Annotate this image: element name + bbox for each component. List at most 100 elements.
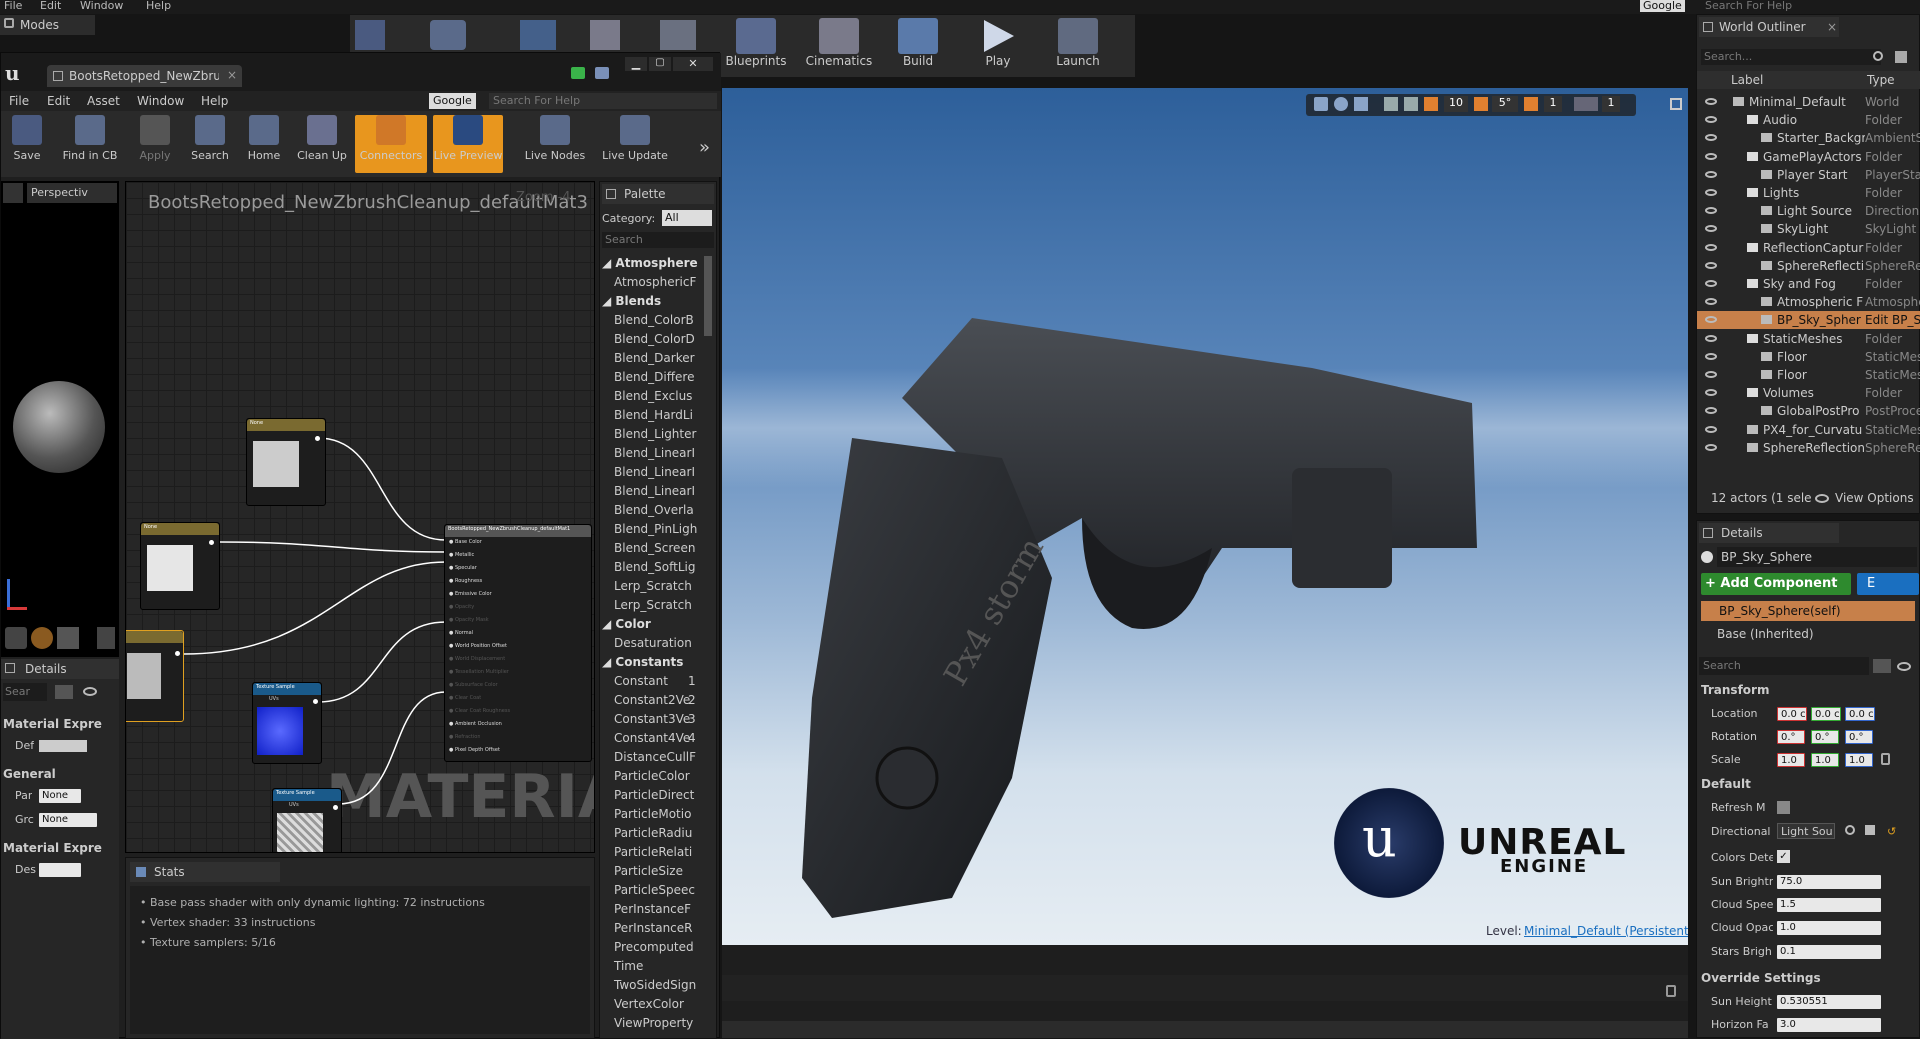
source-control-icon[interactable] xyxy=(430,20,466,50)
rotation-label[interactable]: Rotation xyxy=(1711,730,1757,743)
node-1-pin[interactable] xyxy=(315,436,320,441)
outliner-row[interactable]: Atmospheric F Atmosphe xyxy=(1697,293,1920,311)
palette-item[interactable]: Blend_HardLi xyxy=(600,406,700,425)
mat-search-help-input[interactable]: Search For Help xyxy=(489,93,717,109)
main-node-pin[interactable]: ● World Displacement xyxy=(449,656,505,662)
horizon-falloff-field[interactable]: 3.0 xyxy=(1777,1018,1881,1032)
palette-item[interactable]: TwoSidedSign xyxy=(600,976,700,995)
scale-tool-icon[interactable] xyxy=(1354,97,1368,111)
main-material-node[interactable]: BootsRetopped_NewZbrushCleanup_defaultMa… xyxy=(444,524,592,762)
node-2-pin[interactable] xyxy=(209,540,214,545)
palette-item[interactable]: Blend_LinearI xyxy=(600,482,700,501)
visibility-eye-icon[interactable] xyxy=(1705,389,1717,397)
texture-sample-node-2[interactable]: Texture Sample UVs xyxy=(272,788,342,852)
stars-brightness-field[interactable]: 0.1 xyxy=(1777,945,1881,959)
rotation-snap-value[interactable]: 5° xyxy=(1492,96,1518,112)
preview-cylinder-icon[interactable] xyxy=(5,627,27,649)
main-node-pin[interactable]: ● Opacity Mask xyxy=(449,617,489,623)
outliner-row[interactable]: Floor StaticMesh xyxy=(1697,366,1920,384)
sec-material-expression[interactable]: Material Expre xyxy=(3,717,102,731)
scale-snap-icon[interactable] xyxy=(1524,97,1538,111)
browse-icon[interactable] xyxy=(1845,825,1855,835)
mat-menu-asset[interactable]: Asset xyxy=(87,94,120,108)
scale-lock-icon[interactable] xyxy=(1881,753,1890,765)
outliner-row[interactable]: StaticMeshes Folder xyxy=(1697,330,1920,348)
outliner-search-input[interactable]: Search... xyxy=(1701,49,1881,65)
add-component-button[interactable]: + Add Component xyxy=(1701,573,1851,595)
palette-item[interactable]: ParticleRelati xyxy=(600,843,700,862)
close-window-icon[interactable]: ✕ xyxy=(673,57,713,71)
preview-more-icon[interactable] xyxy=(97,627,115,649)
grid-view-icon[interactable] xyxy=(55,685,73,699)
palette-category[interactable]: ◢ Constants xyxy=(600,653,700,672)
world-space-icon[interactable] xyxy=(1384,97,1398,111)
marketplace-icon[interactable] xyxy=(590,20,620,50)
visibility-eye-icon[interactable] xyxy=(1705,98,1717,105)
palette-item[interactable]: PerInstanceR xyxy=(600,919,700,938)
source-control-status-icon[interactable] xyxy=(571,67,585,79)
outliner-row[interactable]: Sky and Fog Folder xyxy=(1697,275,1920,293)
visibility-eye-icon[interactable] xyxy=(1705,316,1717,324)
stats-tab[interactable]: Stats xyxy=(130,862,280,882)
visibility-eye-icon[interactable] xyxy=(1705,261,1717,269)
outliner-tab[interactable]: World Outliner × xyxy=(1699,17,1839,37)
col-type-header[interactable]: Type xyxy=(1867,73,1895,87)
menu-window[interactable]: Window xyxy=(80,0,123,12)
component-self-row[interactable]: BP_Sky_Sphere(self) xyxy=(1701,601,1915,621)
palette-category[interactable]: ◢ Blends xyxy=(600,292,700,311)
preview-plane-icon[interactable] xyxy=(57,627,79,649)
cloud-opacity-field[interactable]: 1.0 xyxy=(1777,921,1881,935)
palette-item[interactable]: ParticleSize xyxy=(600,862,700,881)
scale-snap-value[interactable]: 1 xyxy=(1544,96,1562,112)
colors-determined-checkbox[interactable]: ✓ xyxy=(1777,850,1790,863)
level-name-link[interactable]: Minimal_Default (Persistent) xyxy=(1524,924,1688,938)
outliner-row[interactable]: BP_Sky_Spher Edit BP_S xyxy=(1697,311,1920,330)
move-tool-icon[interactable] xyxy=(1314,97,1328,111)
sec-transform[interactable]: Transform xyxy=(1701,683,1769,697)
sec-general[interactable]: General xyxy=(3,767,56,781)
modes-tab[interactable]: Modes xyxy=(0,15,95,35)
main-node-pin[interactable]: ● Clear Coat Roughness xyxy=(449,708,510,714)
palette-item[interactable]: Lerp_Scratch xyxy=(600,596,700,615)
preview-options-icon[interactable] xyxy=(3,183,23,203)
sun-height-field[interactable]: 0.530551 xyxy=(1777,995,1881,1009)
visibility-eye-icon[interactable] xyxy=(1705,170,1717,178)
main-node-pin[interactable]: ● Metallic xyxy=(449,552,474,558)
palette-item[interactable]: Blend_Darker xyxy=(600,349,700,368)
location-z[interactable]: 0.0 c xyxy=(1845,707,1875,721)
palette-item[interactable]: ParticleRadiu xyxy=(600,824,700,843)
outliner-row[interactable]: ReflectionCaptur Folder xyxy=(1697,239,1920,257)
grid-snap-value[interactable]: 10 xyxy=(1444,96,1468,112)
palette-item[interactable]: Precomputed xyxy=(600,938,700,957)
mat-menu-edit[interactable]: Edit xyxy=(47,94,70,108)
location-label[interactable]: Location xyxy=(1711,707,1758,720)
rotate-tool-icon[interactable] xyxy=(1334,97,1348,111)
pistol-mesh[interactable]: Px4 storm xyxy=(752,218,1602,918)
details-tab[interactable]: Details xyxy=(1699,523,1839,543)
visibility-eye-icon[interactable] xyxy=(1705,371,1717,378)
palette-item[interactable]: ViewProperty xyxy=(600,1014,700,1033)
palette-item[interactable]: Blend_ColorD xyxy=(600,330,700,349)
outliner-close-icon[interactable]: × xyxy=(1827,20,1837,34)
palette-item[interactable]: Constant 1 xyxy=(600,672,700,691)
palette-category[interactable]: ◢ Color xyxy=(600,615,700,634)
visibility-eye-icon[interactable] xyxy=(1705,225,1717,233)
location-y[interactable]: 0.0 c xyxy=(1811,707,1841,721)
outliner-row[interactable]: GamePlayActors Folder xyxy=(1697,148,1920,166)
visibility-eye-icon[interactable] xyxy=(1705,425,1717,433)
palette-item[interactable]: Constant2Ve 2 xyxy=(600,691,700,710)
sun-brightness-field[interactable]: 75.0 xyxy=(1777,875,1881,889)
palette-item[interactable]: Blend_Differe xyxy=(600,368,700,387)
scale-y[interactable]: 1.0 xyxy=(1811,753,1839,767)
settings-icon[interactable] xyxy=(660,20,696,50)
outliner-row[interactable]: Lights Folder xyxy=(1697,184,1920,202)
par-field[interactable]: None xyxy=(39,789,81,803)
palette-item[interactable]: Blend_SoftLig xyxy=(600,558,700,577)
maximize-viewport-icon[interactable] xyxy=(1670,98,1682,110)
minimize-window-icon[interactable]: ▁ xyxy=(625,57,647,71)
outliner-row[interactable]: SphereReflectiSphereRef xyxy=(1697,257,1920,275)
menu-edit[interactable]: Edit xyxy=(40,0,61,12)
refresh-material-checkbox[interactable] xyxy=(1777,801,1790,814)
blueprints-button[interactable]: Blueprints xyxy=(722,18,790,68)
sec-default[interactable]: Default xyxy=(1701,777,1751,791)
